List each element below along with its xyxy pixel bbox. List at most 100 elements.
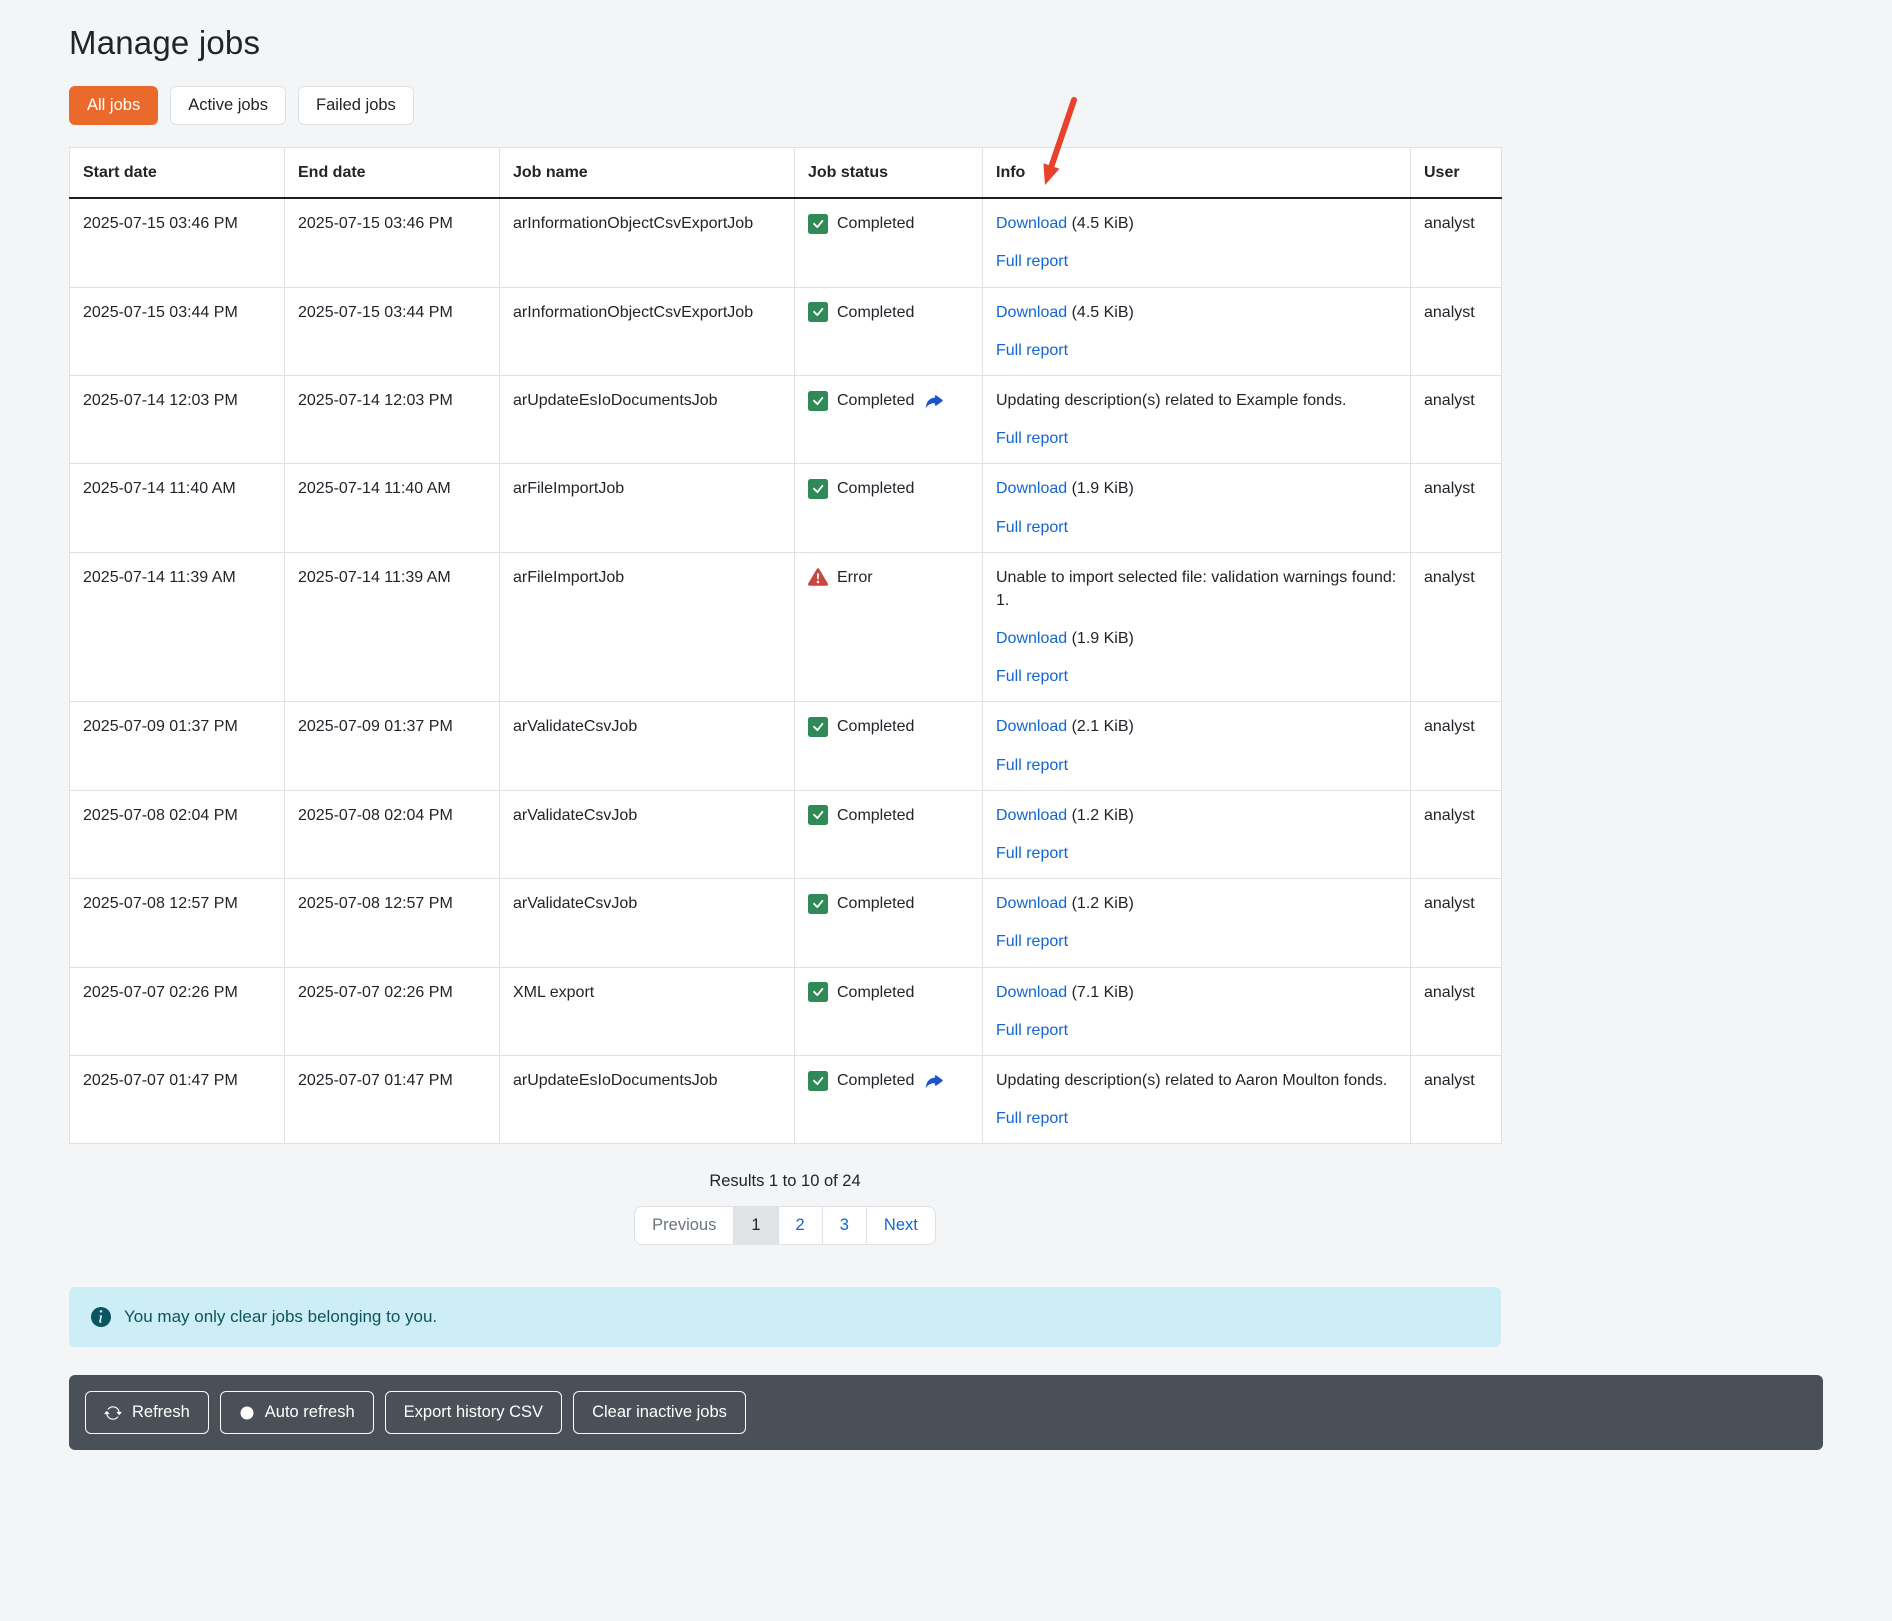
start-date-cell: 2025-07-14 11:40 AM: [70, 464, 285, 552]
download-link[interactable]: Download: [996, 807, 1067, 824]
status-label: Completed: [837, 389, 914, 412]
auto-refresh-button[interactable]: Auto refresh: [220, 1391, 374, 1434]
end-date-cell: 2025-07-07 02:26 PM: [285, 967, 500, 1055]
col-header-job-name: Job name: [500, 148, 795, 199]
full-report-line: Full report: [996, 930, 1397, 953]
info-cell: Download (2.1 KiB) Full report: [983, 702, 1411, 790]
end-date-cell: 2025-07-08 02:04 PM: [285, 790, 500, 878]
table-row: 2025-07-14 11:40 AM2025-07-14 11:40 AMar…: [70, 464, 1502, 552]
refresh-button[interactable]: Refresh: [85, 1391, 209, 1434]
job-status-cell: Completed: [795, 464, 983, 552]
download-link[interactable]: Download: [996, 304, 1067, 321]
status-label: Error: [837, 566, 873, 589]
start-date-cell: 2025-07-09 01:37 PM: [70, 702, 285, 790]
full-report-link[interactable]: Full report: [996, 519, 1068, 536]
filter-active-jobs[interactable]: Active jobs: [170, 86, 286, 125]
page-link-2[interactable]: 2: [779, 1207, 822, 1244]
job-status-cell: Completed: [795, 967, 983, 1055]
col-header-end-date: End date: [285, 148, 500, 199]
job-name-cell: arUpdateEsIoDocumentsJob: [500, 1055, 795, 1143]
download-line: Download (2.1 KiB): [996, 715, 1397, 738]
end-date-cell: 2025-07-14 11:39 AM: [285, 552, 500, 702]
manage-jobs-page: Manage jobs All jobsActive jobsFailed jo…: [0, 0, 1892, 1450]
page-link-3[interactable]: 3: [823, 1207, 866, 1244]
status-label: Completed: [837, 212, 914, 235]
clear-inactive-jobs-button[interactable]: Clear inactive jobs: [573, 1391, 746, 1434]
page-link-next[interactable]: Next: [867, 1207, 935, 1244]
download-link[interactable]: Download: [996, 895, 1067, 912]
end-date-cell: 2025-07-07 01:47 PM: [285, 1055, 500, 1143]
check-square-icon: [808, 982, 828, 1002]
download-line: Download (1.2 KiB): [996, 804, 1397, 827]
full-report-link[interactable]: Full report: [996, 1110, 1068, 1127]
check-square-icon: [808, 717, 828, 737]
status-label: Completed: [837, 892, 914, 915]
export-history-csv-button-label: Export history CSV: [404, 1403, 543, 1422]
user-cell: analyst: [1411, 198, 1502, 287]
job-name-cell: arFileImportJob: [500, 552, 795, 702]
download-link[interactable]: Download: [996, 480, 1067, 497]
start-date-cell: 2025-07-14 11:39 AM: [70, 552, 285, 702]
status-label: Completed: [837, 981, 914, 1004]
user-cell: analyst: [1411, 1055, 1502, 1143]
job-info-message: Updating description(s) related to Aaron…: [996, 1069, 1397, 1092]
record-circle-icon: [239, 1405, 255, 1421]
download-line: Download (7.1 KiB): [996, 981, 1397, 1004]
table-row: 2025-07-07 02:26 PM2025-07-07 02:26 PMXM…: [70, 967, 1502, 1055]
job-name-cell: arValidateCsvJob: [500, 702, 795, 790]
table-row: 2025-07-14 12:03 PM2025-07-14 12:03 PMar…: [70, 375, 1502, 463]
full-report-link[interactable]: Full report: [996, 342, 1068, 359]
col-header-user: User: [1411, 148, 1502, 199]
job-status-cell: Completed: [795, 375, 983, 463]
start-date-cell: 2025-07-15 03:44 PM: [70, 287, 285, 375]
table-row: 2025-07-08 02:04 PM2025-07-08 02:04 PMar…: [70, 790, 1502, 878]
info-cell: Download (7.1 KiB) Full report: [983, 967, 1411, 1055]
download-link[interactable]: Download: [996, 718, 1067, 735]
job-info-message: Unable to import selected file: validati…: [996, 566, 1397, 612]
job-name-cell: arInformationObjectCsvExportJob: [500, 287, 795, 375]
download-link[interactable]: Download: [996, 630, 1067, 647]
full-report-link[interactable]: Full report: [996, 757, 1068, 774]
full-report-link[interactable]: Full report: [996, 430, 1068, 447]
start-date-cell: 2025-07-07 01:47 PM: [70, 1055, 285, 1143]
table-row: 2025-07-07 01:47 PM2025-07-07 01:47 PMar…: [70, 1055, 1502, 1143]
start-date-cell: 2025-07-08 02:04 PM: [70, 790, 285, 878]
end-date-cell: 2025-07-14 12:03 PM: [285, 375, 500, 463]
info-cell: Download (1.2 KiB) Full report: [983, 790, 1411, 878]
page-link-1[interactable]: 1: [734, 1207, 777, 1244]
end-date-cell: 2025-07-08 12:57 PM: [285, 879, 500, 967]
filter-all-jobs[interactable]: All jobs: [69, 86, 158, 125]
info-cell: Download (4.5 KiB)Full report: [983, 198, 1411, 287]
full-report-link[interactable]: Full report: [996, 1022, 1068, 1039]
download-link[interactable]: Download: [996, 984, 1067, 1001]
full-report-link[interactable]: Full report: [996, 845, 1068, 862]
user-cell: analyst: [1411, 967, 1502, 1055]
full-report-line: Full report: [996, 754, 1397, 777]
user-cell: analyst: [1411, 287, 1502, 375]
info-circle-icon: [91, 1307, 111, 1327]
full-report-link[interactable]: Full report: [996, 253, 1068, 270]
full-report-link[interactable]: Full report: [996, 933, 1068, 950]
job-status-cell: Completed: [795, 198, 983, 287]
filter-failed-jobs[interactable]: Failed jobs: [298, 86, 414, 125]
full-report-link[interactable]: Full report: [996, 668, 1068, 685]
download-link[interactable]: Download: [996, 215, 1067, 232]
user-cell: analyst: [1411, 790, 1502, 878]
col-header-start-date: Start date: [70, 148, 285, 199]
actions-toolbar: Refresh Auto refresh Export history CSV Cle…: [69, 1375, 1823, 1450]
download-line: Download (1.2 KiB): [996, 892, 1397, 915]
status-label: Completed: [837, 715, 914, 738]
share-arrow-icon: [923, 390, 944, 411]
share-arrow-icon: [923, 1070, 944, 1091]
info-cell: Updating description(s) related to Aaron…: [983, 1055, 1411, 1143]
page-item-2: 2: [778, 1207, 822, 1244]
status-label: Completed: [837, 1069, 914, 1092]
status-label: Completed: [837, 301, 914, 324]
export-history-csv-button[interactable]: Export history CSV: [385, 1391, 562, 1434]
info-cell: Download (1.2 KiB) Full report: [983, 879, 1411, 967]
job-name-cell: arValidateCsvJob: [500, 879, 795, 967]
check-square-icon: [808, 214, 828, 234]
results-count: Results 1 to 10 of 24: [69, 1172, 1501, 1191]
col-header-info: Info: [983, 148, 1411, 199]
download-line: Download (1.9 KiB): [996, 627, 1397, 650]
